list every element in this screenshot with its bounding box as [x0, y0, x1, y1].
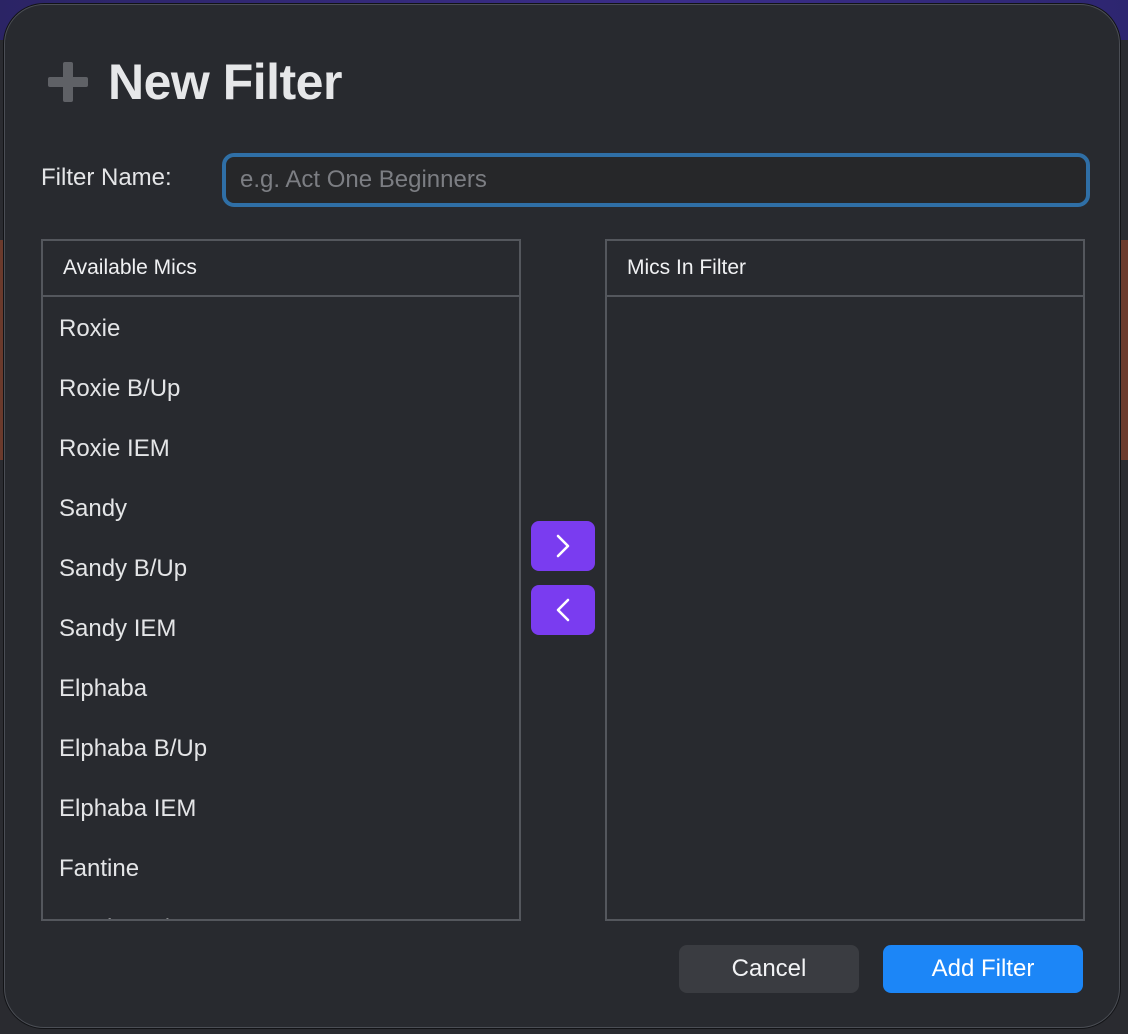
list-item[interactable]: Sandy B/Up	[43, 539, 519, 599]
mics-in-filter-header: Mics In Filter	[607, 241, 1083, 297]
list-item[interactable]: Roxie B/Up	[43, 359, 519, 419]
remove-from-filter-button[interactable]	[531, 585, 595, 635]
mics-in-filter-body	[607, 297, 1083, 919]
cancel-button[interactable]: Cancel	[679, 945, 859, 993]
list-item[interactable]: Fantine	[43, 839, 519, 899]
dialog-title-row: New Filter	[48, 52, 342, 112]
list-item[interactable]: Sandy	[43, 479, 519, 539]
list-item[interactable]: Elphaba IEM	[43, 779, 519, 839]
add-filter-button[interactable]: Add Filter	[883, 945, 1083, 993]
available-mics-list[interactable]: Available Mics Roxie Roxie B/Up Roxie IE…	[41, 239, 521, 921]
add-to-filter-button[interactable]	[531, 521, 595, 571]
list-item[interactable]: Elphaba	[43, 659, 519, 719]
available-mics-header: Available Mics	[43, 241, 519, 297]
dialog-title: New Filter	[108, 54, 342, 110]
list-item[interactable]: Roxie	[43, 299, 519, 359]
chevron-right-icon	[556, 534, 570, 558]
plus-icon	[48, 62, 88, 102]
list-item[interactable]: Elphaba B/Up	[43, 719, 519, 779]
filter-name-label: Filter Name:	[41, 164, 172, 191]
list-item[interactable]: Fantine B/Up	[43, 899, 519, 919]
available-mics-body: Roxie Roxie B/Up Roxie IEM Sandy Sandy B…	[43, 297, 519, 919]
chevron-left-icon	[556, 598, 570, 622]
list-item[interactable]: Sandy IEM	[43, 599, 519, 659]
filter-name-input[interactable]	[222, 153, 1090, 207]
mics-in-filter-list[interactable]: Mics In Filter	[605, 239, 1085, 921]
list-item[interactable]: Roxie IEM	[43, 419, 519, 479]
